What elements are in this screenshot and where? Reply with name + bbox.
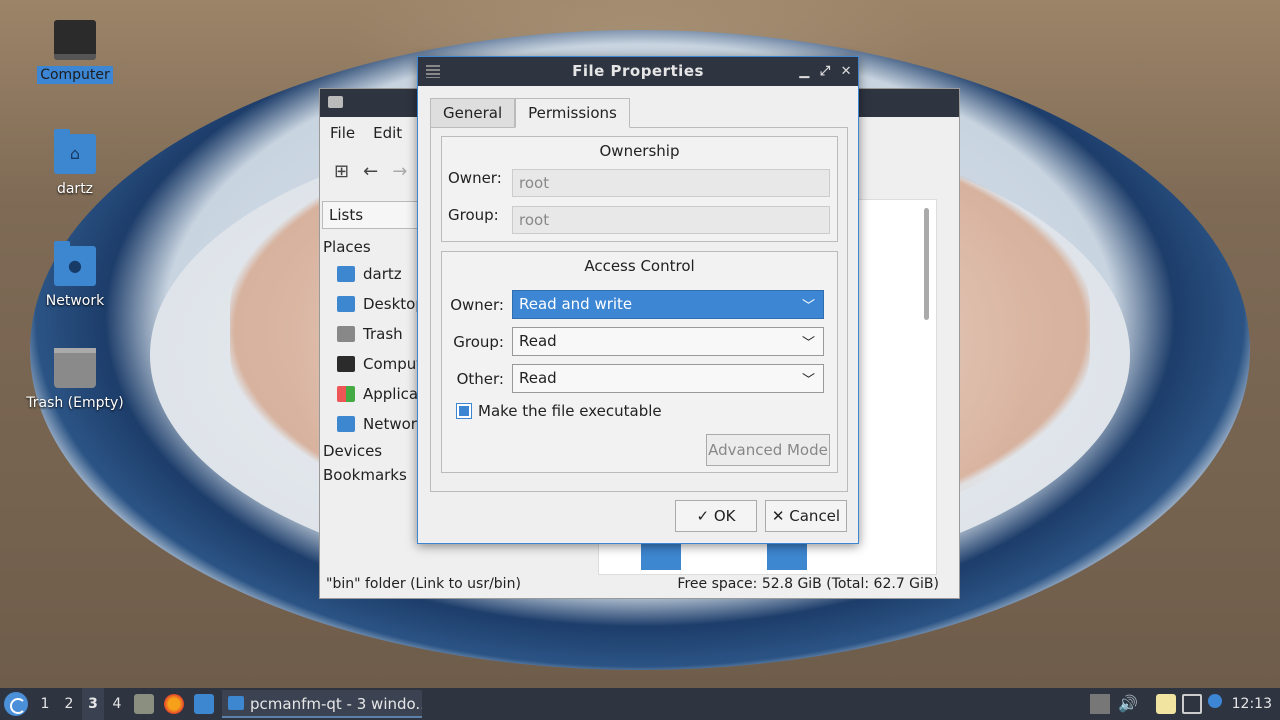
ownership-group: Ownership Owner: root Group: root bbox=[441, 136, 838, 242]
bookmarks-header[interactable]: Bookmarks bbox=[323, 463, 423, 487]
folder-icon[interactable] bbox=[641, 542, 681, 570]
free-space-text: Free space: 52.8 GiB (Total: 62.7 GiB) bbox=[677, 576, 939, 592]
group-field: root bbox=[512, 206, 830, 234]
fm-sidebar: Places dartz Desktop Trash Computer Appl… bbox=[323, 235, 423, 487]
trash-icon bbox=[337, 326, 355, 342]
group-label: Group: bbox=[448, 206, 499, 224]
monitor-icon bbox=[337, 356, 355, 372]
status-text: "bin" folder (Link to usr/bin) bbox=[326, 576, 521, 592]
desktop-icon-network[interactable]: ● Network bbox=[20, 241, 130, 310]
sidebar-item-desktop[interactable]: Desktop bbox=[323, 289, 423, 319]
trash-icon bbox=[54, 348, 96, 388]
scrollbar[interactable] bbox=[924, 208, 929, 320]
tray-up-arrow-icon[interactable] bbox=[1090, 694, 1110, 714]
sidebar-item-computer[interactable]: Computer bbox=[323, 349, 423, 379]
chevron-down-icon: ﹀ bbox=[801, 373, 815, 388]
dialog-titlebar[interactable]: File Properties ▁ ⤢ ✕ bbox=[418, 57, 858, 86]
ownership-title: Ownership bbox=[599, 142, 680, 160]
access-control-group: Access Control Owner: Read and write ﹀ G… bbox=[441, 251, 838, 473]
executable-label[interactable]: Make the file executable bbox=[478, 402, 662, 420]
taskbar-task-pcmanfm[interactable]: pcmanfm-qt - 3 windo... bbox=[222, 690, 422, 718]
dialog-title: File Properties bbox=[572, 62, 704, 80]
tab-permissions[interactable]: Permissions bbox=[515, 98, 630, 128]
sidebar-item-network[interactable]: Network bbox=[323, 409, 423, 439]
sidebar-item-trash[interactable]: Trash bbox=[323, 319, 423, 349]
window-menu-icon[interactable] bbox=[426, 65, 440, 78]
close-icon: ✕ bbox=[771, 507, 785, 525]
tab-bar: General Permissions bbox=[430, 98, 630, 128]
sidebar-item-dartz[interactable]: dartz bbox=[323, 259, 423, 289]
monitor-icon bbox=[54, 20, 96, 60]
close-icon[interactable]: ✕ bbox=[841, 57, 852, 86]
tab-general[interactable]: General bbox=[430, 98, 516, 128]
cancel-button[interactable]: ✕ Cancel bbox=[765, 500, 847, 532]
home-folder-icon: ⌂ bbox=[54, 129, 96, 174]
owner-label: Owner: bbox=[448, 169, 502, 187]
network-monitor-icon[interactable] bbox=[1182, 694, 1202, 714]
desktop-icon-dartz[interactable]: ⌂ dartz bbox=[20, 129, 130, 198]
chevron-down-icon: ﹀ bbox=[801, 299, 815, 314]
applications-icon bbox=[337, 386, 355, 402]
workspace-2[interactable]: 2 bbox=[58, 688, 80, 720]
start-menu-icon[interactable] bbox=[4, 692, 28, 716]
firefox-icon[interactable] bbox=[164, 694, 184, 714]
status-bar: "bin" folder (Link to usr/bin) Free spac… bbox=[320, 574, 959, 598]
desktop-icon bbox=[337, 296, 355, 312]
owner-field: root bbox=[512, 169, 830, 197]
taskbar: 1 2 3 4 pcmanfm-qt - 3 windo... 🔊 12:13 bbox=[0, 688, 1280, 720]
minimize-icon[interactable]: ▁ bbox=[799, 57, 810, 86]
access-owner-label: Owner: bbox=[450, 296, 504, 314]
menu-edit[interactable]: Edit bbox=[373, 124, 402, 142]
sidebar-item-applications[interactable]: Applications bbox=[323, 379, 423, 409]
workspace-4[interactable]: 4 bbox=[106, 688, 128, 720]
desktop-icon-computer[interactable]: Computer bbox=[20, 20, 130, 84]
access-group-label: Group: bbox=[453, 333, 504, 351]
file-properties-dialog: File Properties ▁ ⤢ ✕ General Permission… bbox=[417, 56, 859, 544]
desktop-icon-label: Trash (Empty) bbox=[26, 395, 124, 411]
advanced-mode-button[interactable]: Advanced Mode bbox=[706, 434, 830, 466]
new-tab-icon[interactable]: ⊞ bbox=[334, 161, 349, 182]
side-pane-mode-select[interactable]: Lists bbox=[322, 201, 422, 229]
clock[interactable]: 12:13 bbox=[1232, 688, 1272, 720]
forward-arrow-icon[interactable]: → bbox=[392, 161, 407, 182]
permissions-panel: Ownership Owner: root Group: root Access… bbox=[430, 127, 848, 492]
executable-checkbox[interactable] bbox=[456, 403, 472, 419]
workspace-1[interactable]: 1 bbox=[34, 688, 56, 720]
workspace-3[interactable]: 3 bbox=[82, 688, 104, 720]
home-folder-icon bbox=[337, 266, 355, 282]
access-other-label: Other: bbox=[456, 370, 504, 388]
owner-permission-select[interactable]: Read and write ﹀ bbox=[512, 290, 824, 319]
desktop-icon-label: Network bbox=[45, 293, 105, 309]
clipboard-icon[interactable] bbox=[1156, 694, 1176, 714]
folder-icon bbox=[328, 96, 343, 108]
devices-header[interactable]: Devices bbox=[323, 439, 423, 463]
places-header: Places bbox=[323, 238, 371, 256]
chevron-down-icon: ﹀ bbox=[801, 336, 815, 351]
group-permission-select[interactable]: Read ﹀ bbox=[512, 327, 824, 356]
show-desktop-icon[interactable] bbox=[194, 694, 214, 714]
network-folder-icon bbox=[337, 416, 355, 432]
network-folder-icon: ● bbox=[54, 241, 96, 286]
desktop-icon-label: Computer bbox=[37, 66, 113, 84]
folder-icon[interactable] bbox=[767, 542, 807, 570]
check-icon: ✓ bbox=[696, 507, 710, 525]
desktop-icon-trash[interactable]: Trash (Empty) bbox=[20, 348, 130, 412]
maximize-icon[interactable]: ⤢ bbox=[820, 57, 831, 86]
menu-file[interactable]: File bbox=[330, 124, 355, 142]
back-arrow-icon[interactable]: ← bbox=[363, 161, 378, 182]
access-control-title: Access Control bbox=[584, 257, 695, 275]
ok-button[interactable]: ✓ OK bbox=[675, 500, 757, 532]
volume-icon[interactable]: 🔊 bbox=[1118, 694, 1138, 714]
file-manager-launcher-icon[interactable] bbox=[134, 694, 154, 714]
notification-icon[interactable] bbox=[1208, 694, 1222, 708]
desktop-icon-label: dartz bbox=[56, 181, 94, 197]
other-permission-select[interactable]: Read ﹀ bbox=[512, 364, 824, 393]
